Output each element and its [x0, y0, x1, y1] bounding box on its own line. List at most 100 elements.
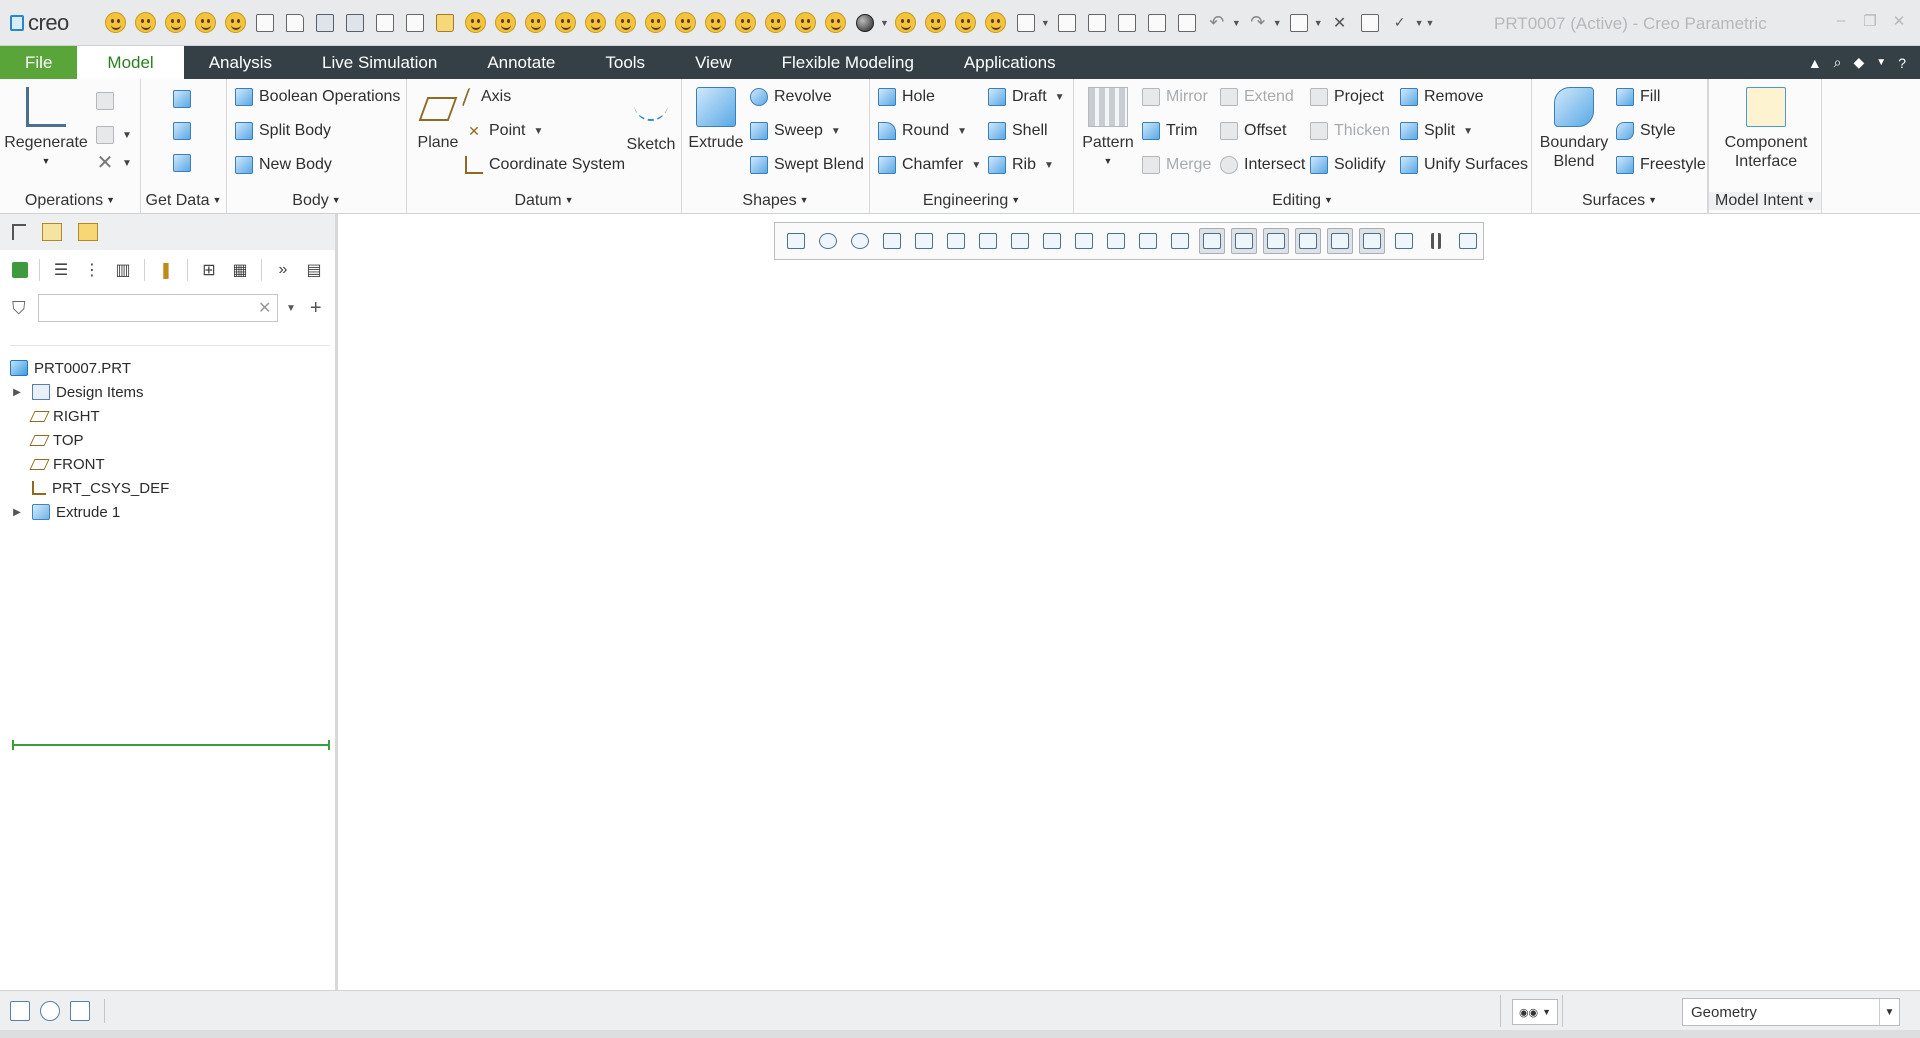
tree-filters-icon[interactable]: ⋮ — [82, 260, 102, 280]
tab-applications[interactable]: Applications — [939, 46, 1081, 79]
smiley-icon[interactable] — [492, 9, 518, 37]
smiley-icon[interactable] — [522, 9, 548, 37]
show-navigator-icon[interactable] — [10, 1001, 30, 1021]
group-label-shapes[interactable]: Shapes ▼ — [682, 192, 869, 210]
tree-expand-icon[interactable]: ⊞ — [199, 260, 219, 280]
spin-center-icon[interactable] — [1071, 228, 1097, 254]
smiley-icon[interactable] — [732, 9, 758, 37]
smiley-icon[interactable] — [222, 9, 248, 37]
rib-button[interactable]: Rib ▼ — [988, 151, 1054, 179]
shrinkwrap-button[interactable] — [173, 149, 197, 177]
tab-model[interactable]: Model — [77, 46, 184, 79]
tab-live-simulation[interactable]: Live Simulation — [297, 46, 462, 79]
group-label-operations[interactable]: Operations ▼ — [0, 192, 140, 210]
zoom-in-icon[interactable] — [815, 228, 841, 254]
tab-tools[interactable]: Tools — [580, 46, 670, 79]
plane-button[interactable]: Plane — [413, 83, 463, 152]
offset-button[interactable]: Offset — [1220, 117, 1286, 145]
paste-button[interactable]: ▼ — [96, 121, 132, 149]
layer-tree-tab-icon[interactable] — [42, 223, 62, 241]
erase-icon[interactable] — [402, 9, 428, 37]
search-icon[interactable]: ⌕ — [1834, 54, 1842, 71]
smiley-icon[interactable] — [132, 9, 158, 37]
text-style-icon[interactable] — [1357, 9, 1383, 37]
boolean-operations-button[interactable]: Boolean Operations — [235, 83, 400, 111]
tab-view[interactable]: View — [670, 46, 757, 79]
freestyle-button[interactable]: Freestyle — [1616, 151, 1706, 179]
add-filter-icon[interactable]: + — [310, 297, 322, 320]
round-button[interactable]: Round ▼ — [878, 117, 967, 145]
show-bodies-icon[interactable] — [12, 262, 28, 278]
tab-flexible-modeling[interactable]: Flexible Modeling — [757, 46, 939, 79]
smiley-icon[interactable] — [702, 9, 728, 37]
more-options-icon[interactable]: » — [273, 260, 293, 280]
selection-filter-select[interactable]: Geometry ▼ — [1682, 998, 1900, 1026]
chevron-down-icon[interactable]: ▼ — [286, 303, 296, 314]
smiley-icon[interactable] — [762, 9, 788, 37]
spin-center-display-icon[interactable] — [1359, 228, 1385, 254]
project-button[interactable]: Project — [1310, 83, 1384, 111]
tree-table-icon[interactable]: ▦ — [230, 260, 250, 280]
group-label-datum[interactable]: Datum ▼ — [407, 192, 681, 210]
tree-node-front[interactable]: FRONT — [10, 452, 330, 476]
axis-display-icon[interactable] — [1231, 228, 1257, 254]
minimize-ribbon-icon[interactable]: ▲ — [1808, 55, 1822, 71]
spell-check-icon[interactable]: ✓ — [1387, 9, 1413, 37]
merge-button[interactable]: Merge — [1142, 151, 1211, 179]
smiley-icon[interactable] — [893, 9, 919, 37]
point-display-icon[interactable] — [1144, 9, 1170, 37]
tab-annotate[interactable]: Annotate — [462, 46, 580, 79]
new-body-button[interactable]: New Body — [235, 151, 332, 179]
extrude-button[interactable]: Extrude — [686, 83, 746, 152]
group-label-engineering[interactable]: Engineering ▼ — [870, 192, 1073, 210]
delete-button[interactable]: ✕ ▼ — [96, 149, 132, 177]
tree-node-csys[interactable]: PRT_CSYS_DEF — [10, 476, 330, 500]
render-icon[interactable] — [1391, 228, 1417, 254]
help-icon[interactable]: ? — [1898, 55, 1906, 71]
tree-node-top[interactable]: TOP — [10, 428, 330, 452]
model-tree-tab-icon[interactable] — [12, 224, 26, 240]
smiley-icon[interactable] — [923, 9, 949, 37]
group-label-body[interactable]: Body ▼ — [227, 192, 406, 210]
measure-icon[interactable] — [1013, 9, 1039, 37]
new-file-icon[interactable] — [282, 9, 308, 37]
annotation-tag-display-icon[interactable] — [1327, 228, 1353, 254]
point-button[interactable]: ✕ Point ▼ — [465, 117, 543, 145]
redo-icon[interactable]: ↷ — [1245, 9, 1271, 37]
learning-icon[interactable]: ◆ — [1854, 54, 1865, 71]
graphics-window[interactable] — [338, 214, 1920, 990]
customize-qat-icon[interactable]: ▼ — [1426, 18, 1435, 28]
close-window-icon[interactable]: ✕ — [1327, 9, 1353, 37]
tree-node-extrude-1[interactable]: ▶ Extrude 1 — [10, 500, 330, 524]
print-icon[interactable] — [252, 9, 278, 37]
split-button[interactable]: Split ▼ — [1400, 117, 1473, 145]
coordinate-system-button[interactable]: Coordinate System — [465, 151, 625, 179]
smiley-icon[interactable] — [672, 9, 698, 37]
open-folder-icon[interactable] — [432, 9, 458, 37]
find-button[interactable]: ◉◉ ▼ — [1512, 999, 1558, 1025]
fill-button[interactable]: Fill — [1616, 83, 1660, 111]
intersect-button[interactable]: Intersect — [1220, 151, 1305, 179]
group-label-editing[interactable]: Editing ▼ — [1074, 192, 1531, 210]
smiley-icon[interactable] — [192, 9, 218, 37]
undo-icon[interactable]: ↶ — [1204, 9, 1230, 37]
minimize-icon[interactable]: – — [1830, 12, 1852, 30]
solidify-button[interactable]: Solidify — [1310, 151, 1386, 179]
trim-button[interactable]: Trim — [1142, 117, 1197, 145]
swept-blend-button[interactable]: Swept Blend — [750, 151, 864, 179]
zoom-out-icon[interactable] — [847, 228, 873, 254]
tree-document-icon[interactable]: ▤ — [304, 260, 324, 280]
unify-surfaces-button[interactable]: Unify Surfaces — [1400, 151, 1528, 179]
favorites-tab-icon[interactable] — [78, 223, 98, 241]
sweep-button[interactable]: Sweep ▼ — [750, 117, 841, 145]
insert-here-marker[interactable] — [12, 740, 330, 750]
view-manager-icon[interactable] — [1007, 228, 1033, 254]
section-icon[interactable] — [1039, 228, 1065, 254]
expand-arrow-icon[interactable]: ▶ — [10, 507, 24, 518]
smiley-icon[interactable] — [582, 9, 608, 37]
user-defined-feature-button[interactable] — [173, 85, 197, 113]
tree-settings-icon[interactable]: ▥ — [113, 260, 133, 280]
insert-mode-icon[interactable]: ❚ — [156, 260, 176, 280]
thicken-button[interactable]: Thicken — [1310, 117, 1390, 145]
datum-display-icon[interactable] — [1054, 9, 1080, 37]
